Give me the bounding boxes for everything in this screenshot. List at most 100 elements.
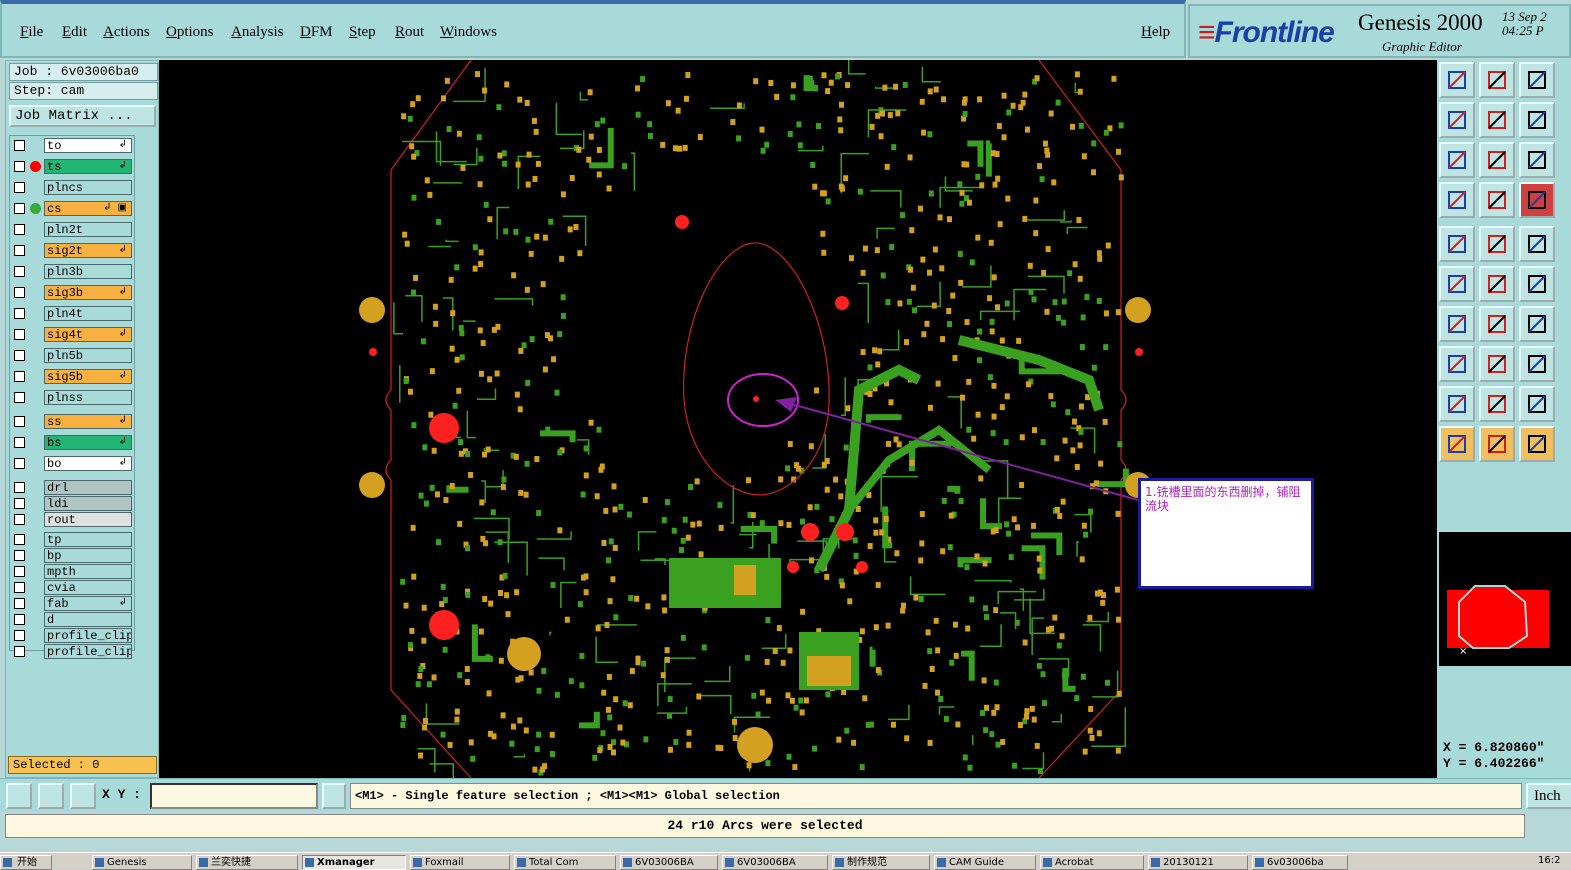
taskbar-item[interactable]: Xmanager [302,855,406,870]
menu-actions[interactable]: Actions [103,24,150,41]
move-icon[interactable] [1519,266,1555,302]
menu-windows[interactable]: Windows [440,24,497,41]
select-edit-icon[interactable] [1479,426,1515,462]
connect-icon[interactable] [1439,266,1475,302]
triangle-icon[interactable] [1439,386,1475,422]
layer-checkbox[interactable] [14,458,25,469]
layer-row-sig2t[interactable]: sig2t↲ [12,243,134,258]
job-matrix-button[interactable]: Job Matrix ... [9,105,156,127]
layer-name[interactable]: pln2t [44,222,132,237]
grid-icon[interactable] [70,783,96,809]
layer-checkbox[interactable] [14,392,25,403]
layer-checkbox[interactable] [14,266,25,277]
layer-row-sig3b[interactable]: sig3b↲ [12,285,134,300]
layer-checkbox[interactable] [14,614,25,625]
layer-name[interactable]: sig2t↲ [44,243,132,258]
layer-row-drl[interactable]: drl [12,480,134,495]
layer-name[interactable]: bp [44,548,132,563]
layer-name[interactable]: ts↲ [44,159,132,174]
line-red-icon[interactable] [1439,306,1475,342]
triangle3-icon[interactable] [1519,386,1555,422]
layer-checkbox[interactable] [14,329,25,340]
grid-icon[interactable] [1479,182,1515,218]
layer-row-bo[interactable]: bo↲ [12,456,134,471]
layer-row-profile_clip[interactable]: profile_clip [12,644,134,659]
minimap[interactable]: × [1439,532,1571,666]
layer-checkbox[interactable] [14,598,25,609]
layer-name[interactable]: d [44,612,132,627]
layer-row-bs[interactable]: bs↲ [12,435,134,450]
layer-row-pln3b[interactable]: pln3b [12,264,134,279]
measure-icon[interactable] [38,783,64,809]
layer-row-pln4t[interactable]: pln4t [12,306,134,321]
home-icon[interactable] [1519,62,1555,98]
zoom-home-icon[interactable] [1439,142,1475,178]
taskbar-item[interactable]: 6V03006BA [722,855,828,870]
layer-row-plnss[interactable]: plnss [12,390,134,405]
layer-row-to[interactable]: to↲ [12,138,134,153]
layer-checkbox[interactable] [14,630,25,641]
layer-icon[interactable] [1519,182,1555,218]
taskbar-item[interactable]: 制作规范 [832,855,930,870]
layer-name[interactable]: profile_clip [44,628,132,643]
cross-icon[interactable] [1479,266,1515,302]
taskbar-item[interactable]: 20130121 [1148,855,1248,870]
layer-checkbox[interactable] [14,350,25,361]
layer-name[interactable]: cs↲ ▣ [44,201,132,216]
taskbar-item[interactable]: Total Com [514,855,616,870]
input-mode-icon[interactable] [322,783,346,809]
layer-row-bp[interactable]: bp [12,548,134,563]
select-move-icon[interactable] [1519,426,1555,462]
layer-name[interactable]: pln4t [44,306,132,321]
layer-name[interactable]: plncs [44,180,132,195]
layer-row-d[interactable]: d [12,612,134,627]
layer-row-mpth[interactable]: mpth [12,564,134,579]
layer-name[interactable]: tp [44,532,132,547]
layer-row-rout[interactable]: rout [12,512,134,527]
layer-row-tp[interactable]: tp [12,532,134,547]
line-h-icon[interactable] [1479,346,1515,382]
ratio-icon[interactable] [1519,142,1555,178]
add-pad-icon[interactable] [1439,226,1475,262]
taskbar-item[interactable]: 兰奕快捷 [196,855,298,870]
snap-icon[interactable] [1439,346,1475,382]
layer-checkbox[interactable] [14,514,25,525]
layer-checkbox[interactable] [14,245,25,256]
layer-checkbox[interactable] [14,140,25,151]
triangle2-icon[interactable] [1479,386,1515,422]
layer-row-fab[interactable]: fab↲ [12,596,134,611]
menu-file[interactable]: File [20,24,43,41]
layer-name[interactable]: ldi [44,496,132,511]
ruler-icon[interactable] [1519,226,1555,262]
layer-checkbox[interactable] [14,371,25,382]
taskbar-item[interactable]: Acrobat [1040,855,1144,870]
start-button[interactable]: 开始 [0,855,52,870]
layer-checkbox[interactable] [14,550,25,561]
layer-row-sig5b[interactable]: sig5b↲ [12,369,134,384]
menu-dfm[interactable]: DFM [300,24,333,41]
open-icon[interactable] [1439,62,1475,98]
layer-checkbox[interactable] [14,566,25,577]
zoom-back-icon[interactable] [1439,102,1475,138]
units-button[interactable]: Inch [1526,783,1571,809]
taskbar-item[interactable]: CAM Guide [934,855,1036,870]
layer-name[interactable]: pln5b [44,348,132,363]
add-line-icon[interactable] [1479,226,1515,262]
select-icon[interactable] [1439,426,1475,462]
layer-checkbox[interactable] [14,437,25,448]
layer-row-profile_clip[interactable]: profile_clip [12,628,134,643]
layer-name[interactable]: profile_clip [44,644,132,659]
layer-checkbox[interactable] [14,308,25,319]
layer-name[interactable]: mpth [44,564,132,579]
pan-icon[interactable] [1479,142,1515,178]
menu-analysis[interactable]: Analysis [231,24,284,41]
menu-step[interactable]: Step [349,24,376,41]
taskbar-item[interactable]: 6v03006ba [1252,855,1348,870]
layer-name[interactable]: plnss [44,390,132,405]
layer-name[interactable]: ss↲ [44,414,132,429]
layer-name[interactable]: to↲ [44,138,132,153]
xy-input[interactable] [150,783,318,809]
taskbar-item[interactable]: Genesis [92,855,192,870]
line-blue-icon[interactable] [1479,306,1515,342]
layer-name[interactable]: pln3b [44,264,132,279]
